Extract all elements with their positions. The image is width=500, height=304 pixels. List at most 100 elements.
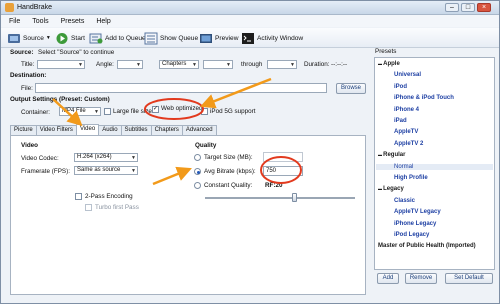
duration-value: --:--:-- xyxy=(331,61,348,68)
title-select[interactable]: ▼ xyxy=(37,60,85,69)
preset-item[interactable]: AppleTV 2 xyxy=(394,141,423,147)
browse-button[interactable]: Browse xyxy=(336,83,366,94)
constant-quality-label: Constant Quality: xyxy=(204,182,253,189)
menu-presets[interactable]: Presets xyxy=(61,18,85,25)
turbo-checkbox[interactable] xyxy=(85,204,92,211)
preset-item[interactable]: AppleTV Legacy xyxy=(394,209,441,215)
ipod-label: iPod 5G support xyxy=(210,108,256,115)
add-to-queue-button[interactable]: Add to Queue xyxy=(89,30,146,46)
chapters-mode-select[interactable]: Chapters ▼ xyxy=(159,60,199,69)
avg-bitrate-label: Avg Bitrate (kbps): xyxy=(204,168,256,175)
close-button[interactable]: × xyxy=(477,3,491,12)
preset-label: High Profile xyxy=(394,175,428,181)
preset-item[interactable]: iPod xyxy=(394,84,407,90)
framerate-label: Framerate (FPS): xyxy=(21,168,70,175)
remove-preset-button[interactable]: Remove xyxy=(405,273,437,284)
angle-select[interactable]: ▼ xyxy=(117,60,143,69)
set-default-button[interactable]: Set Default xyxy=(445,273,493,284)
avg-bitrate-input[interactable]: 750 xyxy=(263,166,303,176)
terminal-icon xyxy=(241,32,255,45)
title-label: Title: xyxy=(21,61,35,68)
show-queue-button[interactable]: Show Queue xyxy=(144,30,198,46)
framerate-select[interactable]: Same as source ▼ xyxy=(74,166,138,175)
through-label: through xyxy=(241,61,263,68)
activity-window-button[interactable]: Activity Window xyxy=(241,30,303,46)
preset-item[interactable]: iPhone Legacy xyxy=(394,221,436,227)
large-file-checkbox[interactable] xyxy=(104,108,111,115)
preview-label: Preview xyxy=(215,34,239,42)
menu-help[interactable]: Help xyxy=(96,18,110,25)
preset-label: iPod xyxy=(394,83,407,90)
preset-item[interactable]: iPhone & iPod Touch xyxy=(394,95,454,101)
two-pass-checkbox[interactable] xyxy=(75,193,82,200)
container-select[interactable]: MP4 File ▼ xyxy=(59,107,101,116)
start-button-label: Start xyxy=(71,34,85,42)
preset-item[interactable]: Normal xyxy=(376,163,493,170)
tab-video-filters[interactable]: Video Filters xyxy=(35,125,77,135)
tab-subtitles[interactable]: Subtitles xyxy=(120,125,152,135)
preset-label: Apple xyxy=(383,61,400,67)
chapter-end-select[interactable]: ▼ xyxy=(267,60,297,69)
two-pass-label: 2-Pass Encoding xyxy=(85,193,133,200)
film-icon xyxy=(7,32,21,45)
quality-heading: Quality xyxy=(195,142,217,149)
presets-heading: Presets xyxy=(375,48,397,55)
preset-item[interactable]: Universal xyxy=(394,72,421,78)
tab-audio[interactable]: Audio xyxy=(98,125,122,135)
preset-item[interactable]: iPod Legacy xyxy=(394,232,429,238)
video-codec-value: H.264 (x264) xyxy=(77,154,112,160)
web-optimized-label: Web optimized xyxy=(161,105,203,112)
maximize-button[interactable]: □ xyxy=(461,3,475,12)
quality-slider-thumb[interactable] xyxy=(292,193,297,202)
video-codec-select[interactable]: H.264 (x264) ▼ xyxy=(74,153,138,162)
preset-label: Master of Public Health (Imported) xyxy=(378,243,476,250)
video-codec-label: Video Codec: xyxy=(21,155,59,162)
quality-slider-track[interactable] xyxy=(205,197,355,199)
preview-button[interactable]: Preview xyxy=(199,30,238,46)
video-heading: Video xyxy=(21,142,39,149)
framerate-value: Same as source xyxy=(77,167,121,173)
preset-group[interactable]: ▬ Legacy xyxy=(378,186,404,192)
preset-item[interactable]: iPad xyxy=(394,118,407,124)
chapter-start-select[interactable]: ▼ xyxy=(203,60,233,69)
tab-picture[interactable]: Picture xyxy=(10,125,37,135)
play-icon xyxy=(55,32,69,45)
tab-advanced[interactable]: Advanced xyxy=(181,125,217,135)
tab-video[interactable]: Video xyxy=(75,124,100,135)
minimize-button[interactable]: – xyxy=(445,3,459,12)
web-optimized-checkbox[interactable]: ✓ xyxy=(152,106,159,113)
preset-label: AppleTV xyxy=(394,129,419,136)
preset-group[interactable]: ▬ Regular xyxy=(378,152,405,158)
menu-tools[interactable]: Tools xyxy=(32,18,48,25)
file-label: File: xyxy=(21,85,33,92)
preset-item[interactable]: iPhone 4 xyxy=(394,107,419,113)
title-bar: HandBrake – □ × xyxy=(1,1,499,15)
preset-group[interactable]: ▬ Apple xyxy=(378,61,400,67)
preset-item[interactable]: High Profile xyxy=(394,175,428,181)
target-size-radio[interactable] xyxy=(194,154,201,161)
queue-icon xyxy=(144,32,158,45)
preset-label: Legacy xyxy=(383,186,404,193)
menu-bar: File Tools Presets Help xyxy=(1,15,499,27)
settings-tabs: Picture Video Filters Video Audio Subtit… xyxy=(10,124,217,135)
preset-label: iPhone 4 xyxy=(394,106,420,113)
constant-quality-radio[interactable] xyxy=(194,182,201,189)
source-dropdown-icon[interactable]: ▼ xyxy=(46,35,51,41)
presets-tree: ▬ Apple Universal iPod iPhone & iPod Touch i… xyxy=(374,57,495,270)
angle-label: Angle: xyxy=(96,61,114,68)
preset-group[interactable]: Master of Public Health (Imported) xyxy=(378,243,476,249)
ipod-checkbox[interactable] xyxy=(201,108,208,115)
toolbar: Source ▼ Start Add to Queue Show Queue P… xyxy=(1,28,499,48)
target-size-label: Target Size (MB): xyxy=(204,154,253,161)
source-button[interactable]: Source ▼ xyxy=(7,30,51,46)
preset-label: iPad xyxy=(394,118,407,124)
tab-chapters[interactable]: Chapters xyxy=(150,125,183,135)
avg-bitrate-radio[interactable] xyxy=(194,168,201,175)
start-button[interactable]: Start xyxy=(55,30,85,46)
menu-file[interactable]: File xyxy=(9,18,20,25)
target-size-input[interactable] xyxy=(263,152,303,162)
preset-item[interactable]: Classic xyxy=(394,198,415,204)
preset-item[interactable]: AppleTV xyxy=(394,129,418,135)
add-preset-button[interactable]: Add xyxy=(377,273,399,284)
destination-file-input[interactable] xyxy=(35,83,327,93)
